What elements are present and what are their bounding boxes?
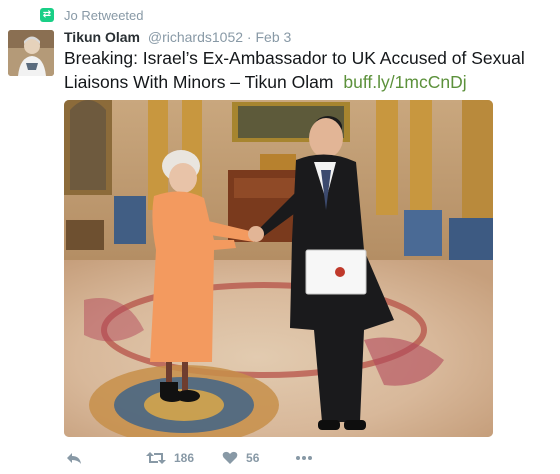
more-button[interactable] [295,455,313,461]
heart-icon [222,451,238,464]
like-count: 56 [246,451,260,465]
tweet-actions: 186 56 [64,448,313,468]
tweet-link[interactable]: buff.ly/1mcCnDj [343,72,466,92]
tweet-text: Breaking: Israel’s Ex-Ambassador to UK A… [64,46,556,94]
tweet-header: Tikun Olam @richards1052 · Feb 3 [64,29,291,45]
avatar[interactable] [8,30,54,76]
retweet-count: 186 [174,451,195,465]
tweet-photo[interactable] [64,100,493,437]
user-handle[interactable]: @richards1052 [148,29,243,45]
tweet-date[interactable]: Feb 3 [255,29,291,45]
retweet-icon: ⇄ [40,8,54,22]
separator: · [246,29,252,45]
reply-icon [67,453,81,464]
retweet-context: ⇄ Jo Retweeted [40,6,144,24]
retweet-button[interactable]: 186 [146,451,194,465]
retweet-icon [146,452,166,464]
reply-button[interactable] [66,451,82,465]
more-icon [296,456,313,460]
display-name[interactable]: Tikun Olam [64,29,140,45]
like-button[interactable]: 56 [222,451,259,465]
retweeted-by-label[interactable]: Jo Retweeted [64,8,144,23]
